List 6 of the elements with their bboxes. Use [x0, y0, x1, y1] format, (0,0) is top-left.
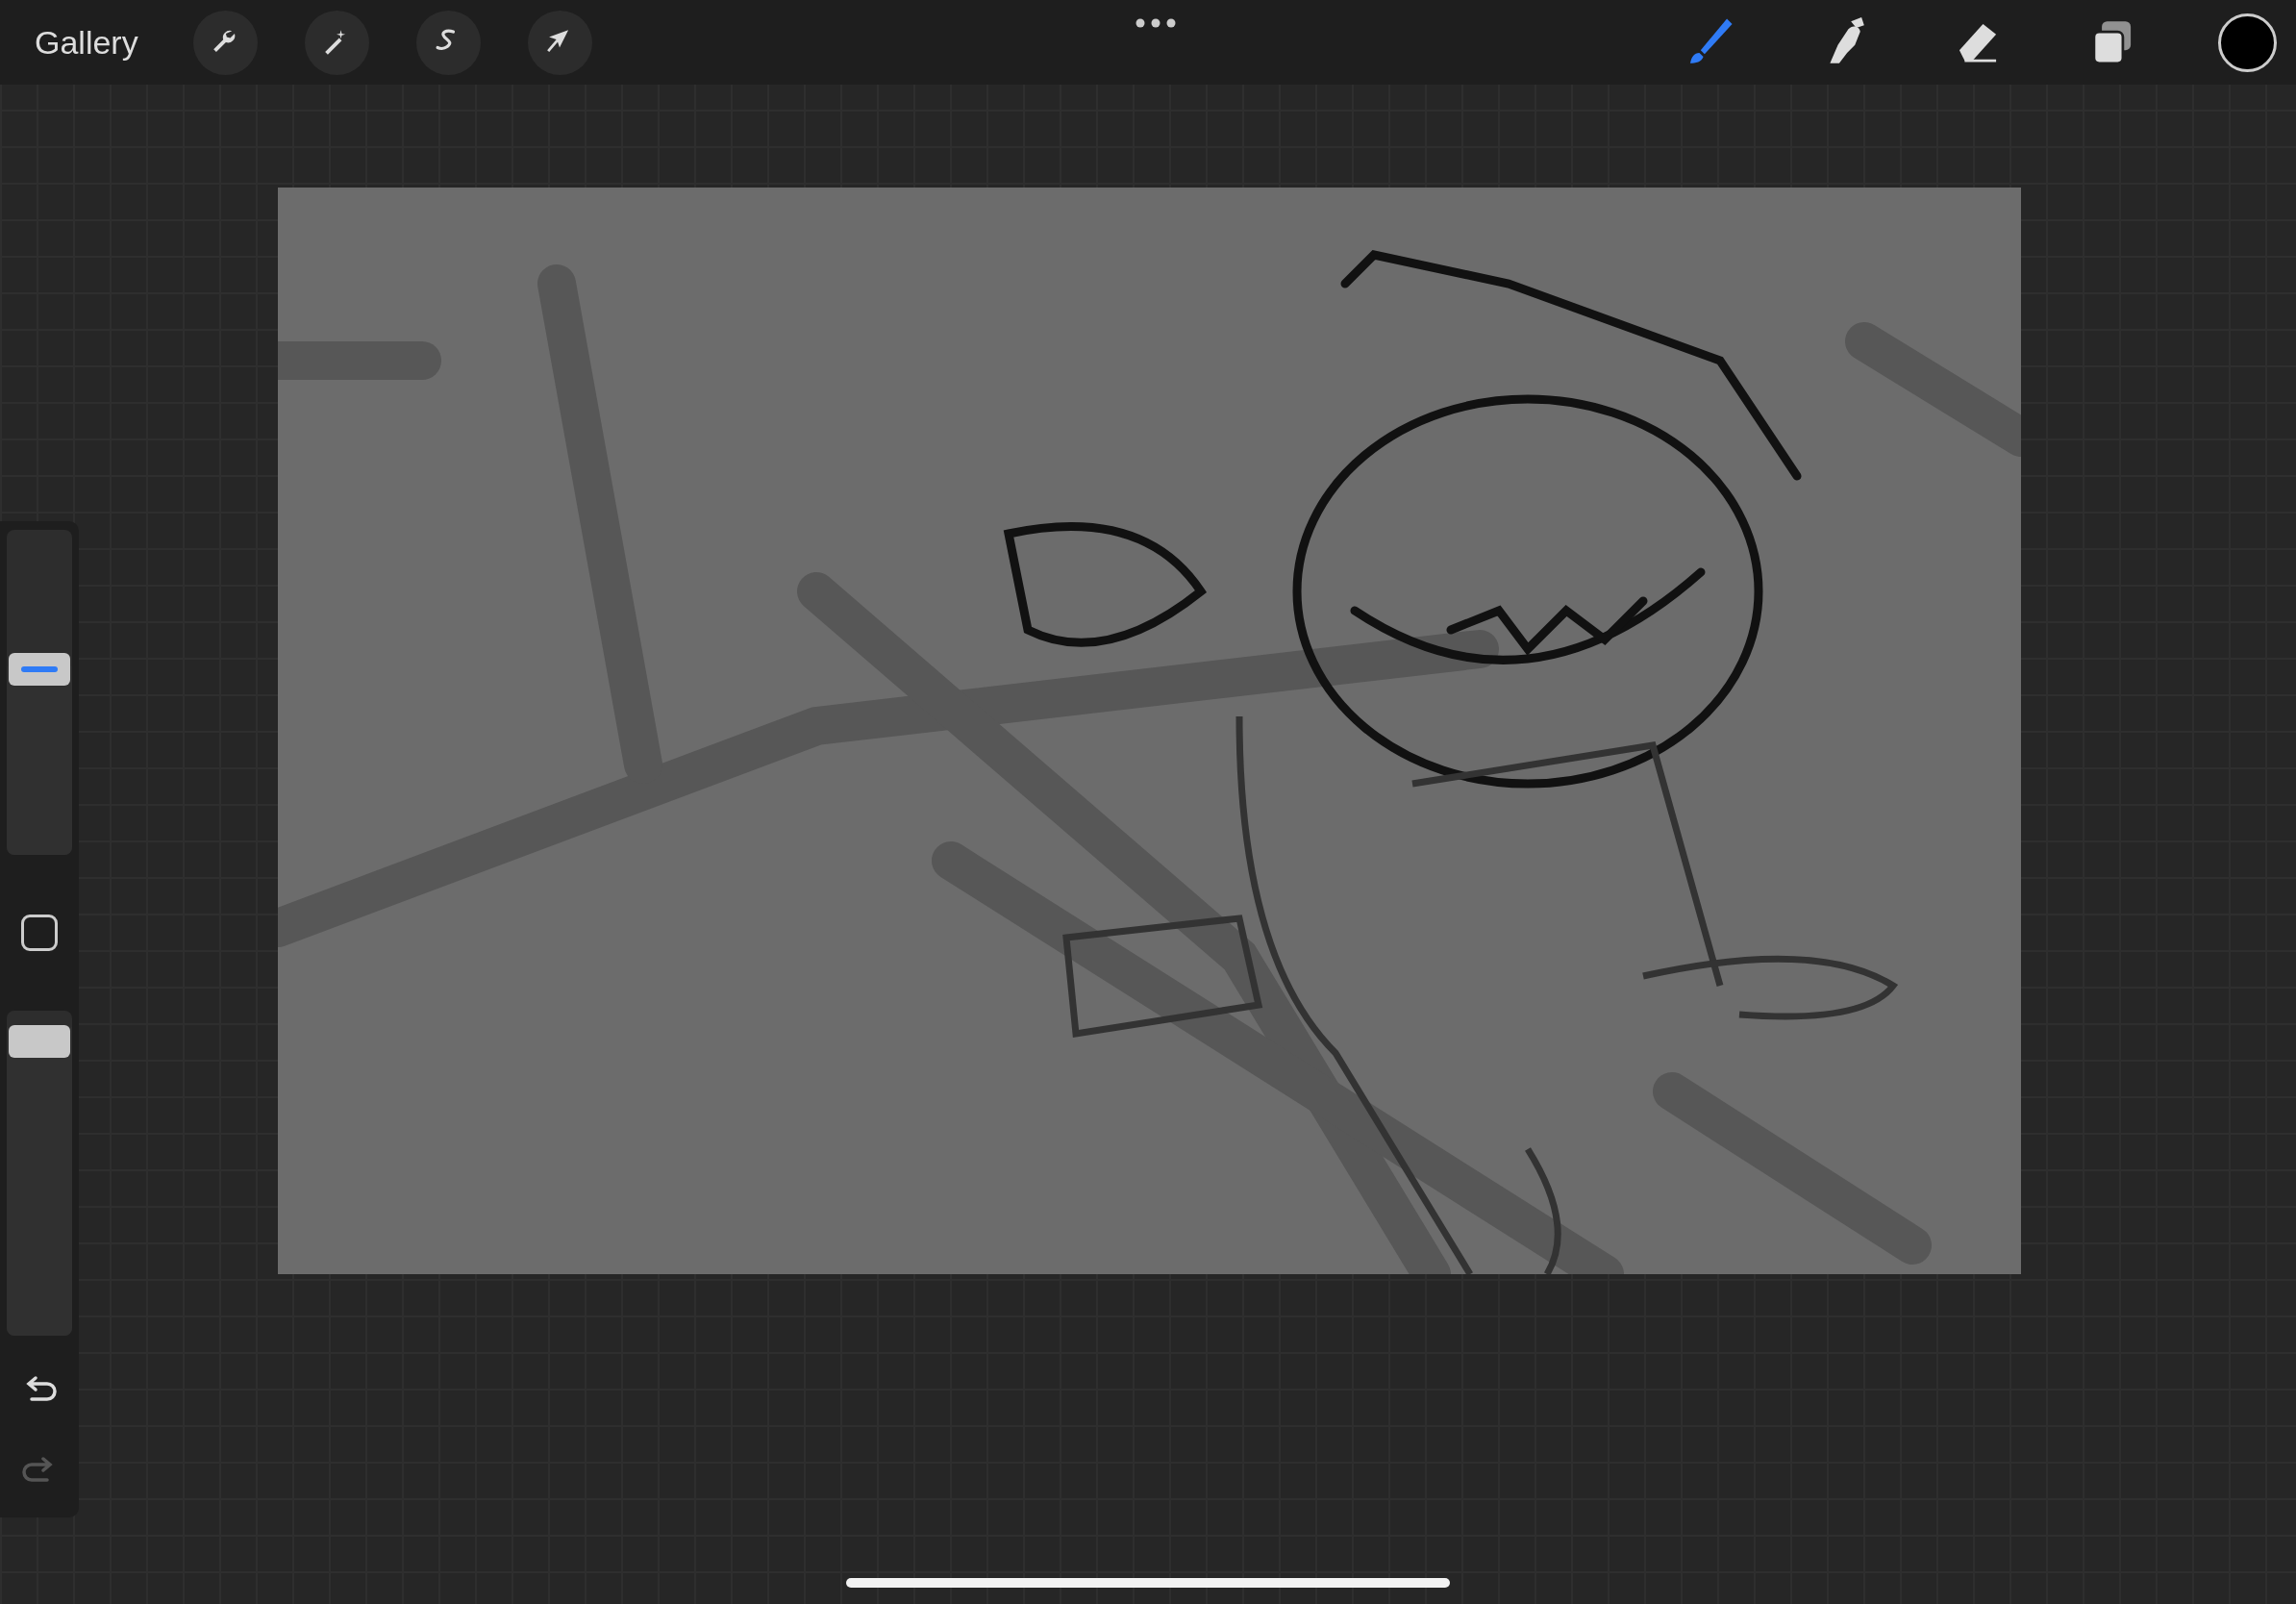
- more-icon[interactable]: [1135, 17, 1177, 29]
- modify-button[interactable]: [21, 915, 58, 951]
- slider-thumb[interactable]: [9, 1025, 70, 1059]
- gallery-button[interactable]: Gallery: [35, 23, 138, 62]
- slider-thumb[interactable]: [9, 652, 70, 686]
- brush-size-slider[interactable]: [7, 530, 72, 855]
